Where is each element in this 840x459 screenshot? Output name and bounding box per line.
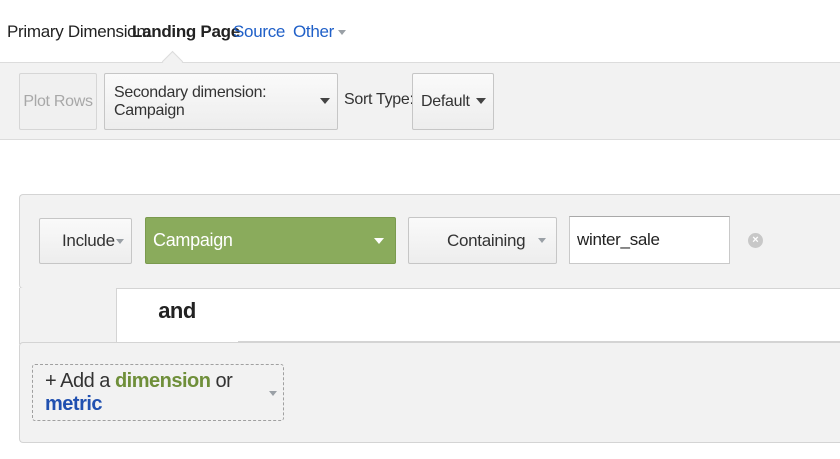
secondary-dimension-label: Secondary dimension: Campaign: [114, 83, 267, 119]
add-or-word: or: [215, 369, 233, 392]
sort-type-value: Default: [421, 92, 470, 110]
match-type-label: Containing: [447, 230, 526, 250]
chevron-down-icon: [338, 30, 347, 36]
filter-value-input[interactable]: [569, 216, 730, 264]
match-type-dropdown[interactable]: Containing: [408, 217, 557, 264]
secondary-dimension-dropdown[interactable]: Secondary dimension: Campaign: [104, 73, 338, 130]
add-dimension-or-metric-button[interactable]: + Add a dimension or metric: [32, 364, 284, 421]
and-connector-left: [19, 288, 117, 344]
and-connector-right: [238, 288, 840, 342]
primary-dimension-landing-page[interactable]: Landing Page: [132, 22, 240, 42]
clear-icon[interactable]: ×: [748, 233, 763, 248]
filter-dimension-label: Campaign: [153, 230, 233, 250]
chevron-down-icon: [538, 238, 546, 243]
chevron-down-icon: [320, 98, 330, 104]
primary-dimension-label: Primary Dimension:: [7, 22, 150, 41]
sort-type-label: Sort Type:: [344, 91, 414, 108]
include-dropdown[interactable]: Include: [39, 218, 132, 264]
chevron-down-icon: [374, 238, 384, 244]
add-condition-text: + Add a dimension or metric: [45, 370, 283, 416]
other-link-label: Other: [293, 22, 335, 41]
add-dimension-word: dimension: [114, 369, 211, 392]
include-label: Include: [62, 231, 115, 250]
chevron-down-icon: [269, 391, 277, 396]
and-connector-label: and: [158, 298, 196, 323]
chevron-down-icon: [476, 98, 486, 104]
add-prefix: + Add a: [45, 369, 110, 392]
primary-dimension-source-link[interactable]: Source: [233, 22, 285, 42]
primary-dimension-other-link[interactable]: Other: [293, 22, 347, 42]
plot-rows-button[interactable]: Plot Rows: [19, 73, 97, 130]
add-metric-word: metric: [45, 392, 103, 415]
sort-type-dropdown[interactable]: Default: [412, 73, 494, 130]
chevron-down-icon: [116, 239, 124, 244]
filter-dimension-dropdown[interactable]: Campaign: [145, 217, 396, 264]
